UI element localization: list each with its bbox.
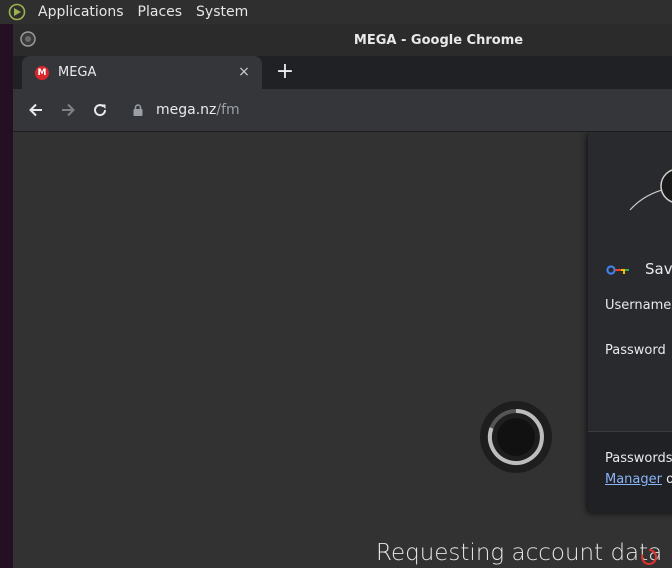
save-password-heading: Save	[645, 260, 672, 278]
distro-logo-icon[interactable]	[6, 1, 28, 23]
system-top-panel: Applications Places System	[0, 0, 672, 24]
url-path: /fm	[216, 102, 240, 118]
footer-line2: Manager on	[605, 472, 672, 487]
menu-system[interactable]: System	[192, 4, 252, 20]
tab-title: MEGA	[58, 65, 97, 80]
tab-mega[interactable]: M MEGA ×	[22, 56, 262, 89]
arrow-right-icon	[62, 103, 75, 117]
password-manager-link[interactable]: Manager	[605, 472, 662, 487]
save-password-bubble: Save Username Password Passwords a Manag…	[588, 132, 672, 513]
forward-button[interactable]	[55, 98, 81, 122]
password-label: Password	[605, 343, 666, 358]
key-icon	[606, 265, 629, 275]
arrow-left-icon	[29, 103, 42, 117]
reload-icon	[94, 104, 107, 117]
menu-places[interactable]: Places	[134, 4, 187, 20]
loading-status-text: Requesting account data	[376, 540, 663, 566]
desktop-background	[0, 24, 13, 568]
footer-line2-rest: on	[666, 472, 672, 487]
tab-close-icon[interactable]: ×	[235, 63, 253, 81]
window-titlebar[interactable]: MEGA - Google Chrome	[13, 24, 672, 56]
loading-spinner-icon	[480, 401, 552, 473]
url-text: mega.nz/fm	[156, 102, 240, 118]
tab-strip: M MEGA × +	[13, 56, 672, 89]
new-tab-button[interactable]: +	[272, 60, 298, 86]
browser-toolbar: mega.nz/fm	[13, 89, 672, 132]
url-host: mega.nz	[156, 102, 217, 118]
address-bar[interactable]: mega.nz/fm	[121, 95, 672, 125]
footer-text: Passwords a	[605, 451, 672, 466]
status-spinner-icon	[641, 548, 658, 565]
mega-favicon-icon: M	[35, 66, 49, 80]
reload-button[interactable]	[87, 98, 113, 122]
password-bubble-footer: Passwords a Manager on	[588, 431, 672, 513]
lock-icon[interactable]	[131, 103, 145, 117]
window-title: MEGA - Google Chrome	[353, 33, 524, 48]
back-button[interactable]	[23, 98, 49, 122]
chrome-window: MEGA - Google Chrome M MEGA × + mega.nz/…	[13, 24, 672, 568]
username-label: Username	[605, 298, 672, 313]
password-illustration-icon	[629, 169, 672, 211]
menu-applications[interactable]: Applications	[34, 4, 128, 20]
page-content: Requesting account data Save Username Pa…	[13, 132, 672, 568]
